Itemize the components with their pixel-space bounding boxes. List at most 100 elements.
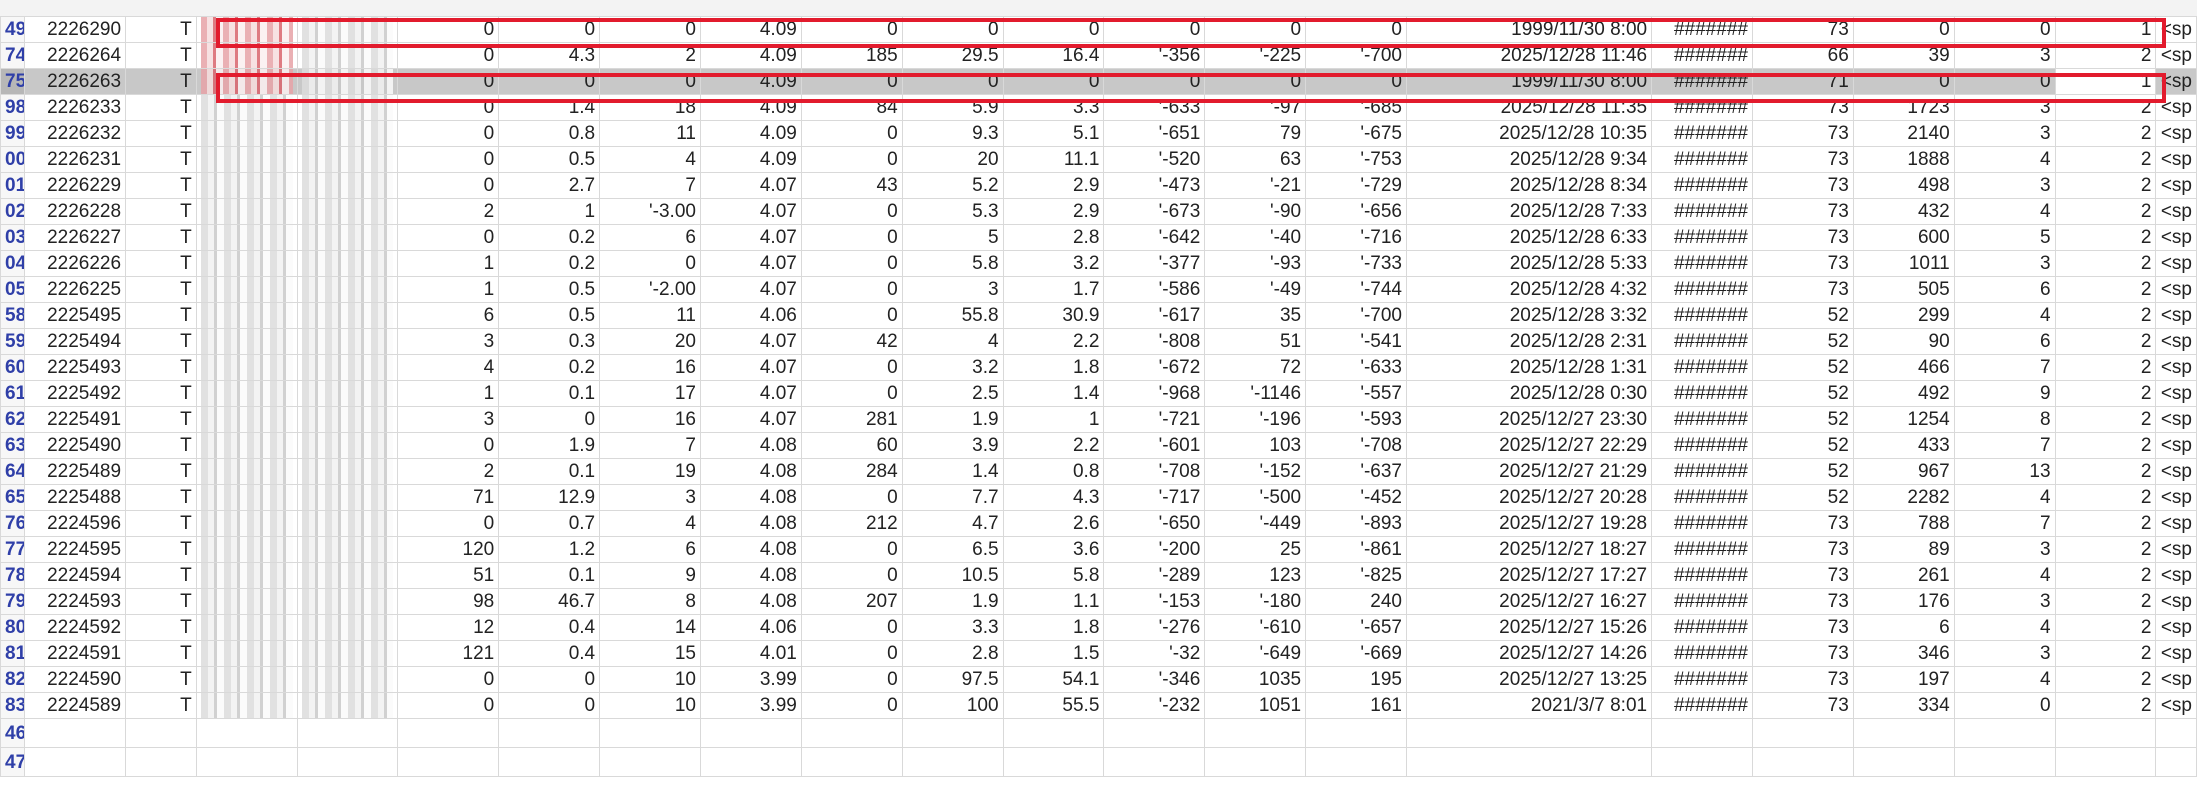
cell-c17[interactable]: 788 — [1852, 510, 1955, 537]
cell-c5[interactable]: 0 — [498, 692, 601, 719]
cell-id[interactable]: 2226264 — [24, 42, 127, 69]
cell-date[interactable]: 2025/12/28 8:34 — [1405, 172, 1653, 199]
cell-id[interactable]: 2225492 — [24, 380, 127, 407]
cell-c6[interactable]: 19 — [599, 458, 701, 485]
cell-c18[interactable]: 4 — [1953, 146, 2056, 173]
cell-c13[interactable]: '-744 — [1305, 276, 1407, 303]
cell-c12[interactable]: '-49 — [1204, 276, 1307, 303]
cell-c19[interactable]: 2 — [2054, 302, 2157, 329]
cell-c17[interactable]: 90 — [1852, 328, 1955, 355]
empty-cell[interactable] — [599, 747, 701, 777]
cell-c7[interactable]: 4.06 — [699, 302, 802, 329]
cell-overflow[interactable]: ####### — [1651, 510, 1753, 537]
cell-tail[interactable]: <sp — [2155, 146, 2197, 173]
cell-c4[interactable]: 0 — [397, 432, 500, 459]
cell-c5[interactable]: 0.2 — [498, 224, 601, 251]
cell-c8[interactable]: 0 — [800, 380, 903, 407]
cell-c4[interactable]: 3 — [397, 406, 500, 433]
table-row[interactable]: 64 2225489 T 2 0.1 19 4.08 284 1.4 0.8 '-708 '-152 '… — [0, 458, 2197, 485]
cell-c8[interactable]: 0 — [800, 224, 903, 251]
cell-tail[interactable]: <sp — [2155, 536, 2197, 563]
cell-c9[interactable]: 5.2 — [901, 172, 1004, 199]
cell-date[interactable]: 2025/12/27 20:28 — [1405, 484, 1653, 511]
cell-c13[interactable]: '-593 — [1305, 406, 1407, 433]
table-row[interactable]: 79 2224593 T 98 46.7 8 4.08 207 1.9 1.1 '-153 '-180… — [0, 588, 2197, 615]
cell-c10[interactable]: 0.8 — [1002, 458, 1105, 485]
cell-c6[interactable]: 10 — [599, 692, 701, 719]
cell-c13[interactable]: '-669 — [1305, 640, 1407, 667]
cell-c11[interactable]: '-721 — [1103, 406, 1206, 433]
cell-c17[interactable]: 2140 — [1852, 120, 1955, 147]
cell-c9[interactable]: 29.5 — [901, 42, 1004, 69]
cell-c7[interactable]: 3.99 — [699, 666, 802, 693]
cell-c16[interactable]: 73 — [1751, 146, 1854, 173]
cell-c16[interactable]: 73 — [1751, 562, 1854, 589]
cell-c10[interactable]: 1.1 — [1002, 588, 1105, 615]
empty-cell[interactable] — [1852, 747, 1955, 777]
cell-c4[interactable]: 121 — [397, 640, 500, 667]
cell-date[interactable]: 2025/12/28 0:30 — [1405, 380, 1653, 407]
row-number[interactable]: 98 — [0, 94, 26, 121]
cell-c5[interactable]: 2.7 — [498, 172, 601, 199]
cell-c11[interactable]: '-153 — [1103, 588, 1206, 615]
cell-c17[interactable]: 197 — [1852, 666, 1955, 693]
row-number[interactable]: 75 — [0, 68, 26, 95]
cell-name[interactable]: T — [125, 302, 197, 329]
cell-tail[interactable]: <sp — [2155, 68, 2197, 95]
cell-c7[interactable]: 4.08 — [699, 588, 802, 615]
cell-c13[interactable]: '-675 — [1305, 120, 1407, 147]
cell-date[interactable]: 2025/12/28 5:33 — [1405, 250, 1653, 277]
cell-c12[interactable]: 1035 — [1204, 666, 1307, 693]
cell-c6[interactable]: 7 — [599, 432, 701, 459]
cell-c5[interactable]: 0.5 — [498, 302, 601, 329]
cell-id[interactable]: 2224595 — [24, 536, 127, 563]
cell-c5[interactable]: 46.7 — [498, 588, 601, 615]
cell-c18[interactable]: 4 — [1953, 484, 2056, 511]
cell-c11[interactable]: '-642 — [1103, 224, 1206, 251]
cell-c5[interactable]: 1 — [498, 198, 601, 225]
empty-cell[interactable] — [125, 747, 197, 777]
cell-c18[interactable]: 4 — [1953, 614, 2056, 641]
cell-c9[interactable]: 6.5 — [901, 536, 1004, 563]
cell-c5[interactable]: 0.7 — [498, 510, 601, 537]
empty-cell[interactable] — [1002, 718, 1105, 748]
row-number[interactable]: 04 — [0, 250, 26, 277]
cell-c12[interactable]: 25 — [1204, 536, 1307, 563]
empty-cell[interactable] — [1751, 718, 1854, 748]
cell-c7[interactable]: 4.09 — [699, 120, 802, 147]
cell-c16[interactable]: 73 — [1751, 666, 1854, 693]
cell-c5[interactable]: 0.4 — [498, 614, 601, 641]
cell-tail[interactable]: <sp — [2155, 328, 2197, 355]
cell-id[interactable]: 2226229 — [24, 172, 127, 199]
cell-c13[interactable]: '-700 — [1305, 302, 1407, 329]
cell-c6[interactable]: 9 — [599, 562, 701, 589]
cell-id[interactable]: 2226233 — [24, 94, 127, 121]
cell-c13[interactable]: '-729 — [1305, 172, 1407, 199]
empty-cell[interactable] — [296, 747, 399, 777]
cell-c17[interactable]: 89 — [1852, 536, 1955, 563]
cell-c8[interactable]: 0 — [800, 120, 903, 147]
cell-id[interactable]: 2226228 — [24, 198, 127, 225]
cell-c8[interactable]: 0 — [800, 614, 903, 641]
row-number[interactable]: 79 — [0, 588, 26, 615]
cell-c6[interactable]: 20 — [599, 328, 701, 355]
cell-c13[interactable]: '-656 — [1305, 198, 1407, 225]
cell-c16[interactable]: 73 — [1751, 588, 1854, 615]
cell-c17[interactable]: 1011 — [1852, 250, 1955, 277]
cell-c4[interactable]: 0 — [397, 510, 500, 537]
cell-c12[interactable]: '-196 — [1204, 406, 1307, 433]
empty-cell[interactable] — [195, 718, 298, 748]
cell-c17[interactable]: 6 — [1852, 614, 1955, 641]
cell-c12[interactable]: 0 — [1204, 16, 1307, 43]
cell-c19[interactable]: 2 — [2054, 42, 2157, 69]
cell-c11[interactable]: '-473 — [1103, 172, 1206, 199]
empty-cell[interactable] — [2054, 718, 2157, 748]
row-number[interactable]: 65 — [0, 484, 26, 511]
cell-c18[interactable]: 13 — [1953, 458, 2056, 485]
cell-date[interactable]: 2025/12/27 23:30 — [1405, 406, 1653, 433]
row-number[interactable]: 00 — [0, 146, 26, 173]
cell-c10[interactable]: 1.5 — [1002, 640, 1105, 667]
row-number[interactable]: 47 — [0, 747, 26, 777]
cell-date[interactable]: 2025/12/27 15:26 — [1405, 614, 1653, 641]
cell-name[interactable]: T — [125, 406, 197, 433]
